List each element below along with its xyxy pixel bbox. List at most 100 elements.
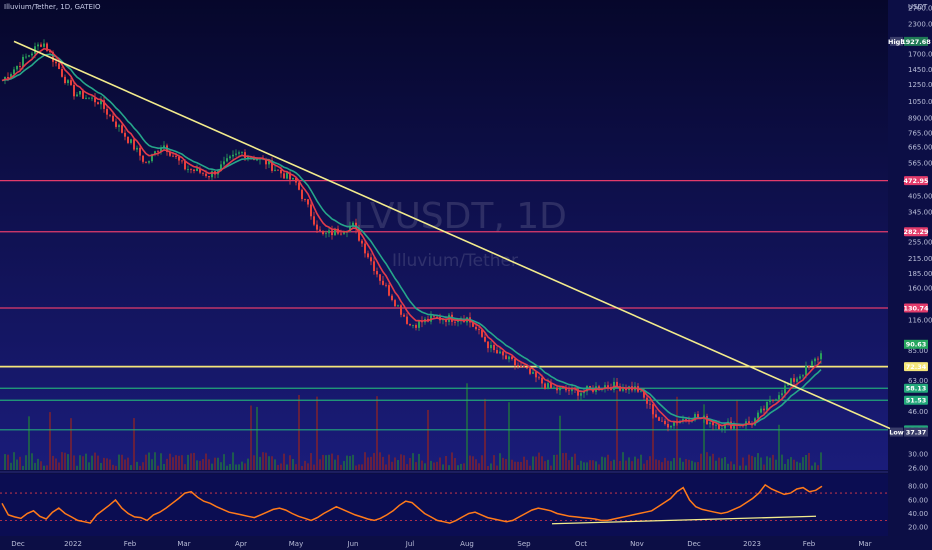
y-tick-label: 255.00 bbox=[908, 238, 932, 246]
candle-body bbox=[88, 97, 90, 99]
candle-body bbox=[226, 158, 228, 162]
candle-body bbox=[400, 305, 402, 315]
candle-body bbox=[178, 156, 180, 161]
volume-bar bbox=[472, 456, 474, 470]
candle-body bbox=[484, 336, 486, 342]
volume-bar bbox=[520, 461, 522, 470]
price-chart[interactable]: Illuvium/Tether, 1D, GATEIO USDT ILVUSDT… bbox=[0, 0, 932, 550]
volume-bar bbox=[664, 457, 666, 470]
volume-bar bbox=[778, 424, 780, 470]
volume-bar bbox=[379, 452, 381, 470]
candle-body bbox=[115, 121, 117, 127]
volume-bar bbox=[634, 456, 636, 470]
candle-body bbox=[784, 385, 786, 394]
volume-bar bbox=[301, 465, 303, 470]
y-tick-label: 1700.00 bbox=[908, 50, 932, 58]
volume-bar bbox=[19, 456, 21, 470]
volume-bar bbox=[787, 459, 789, 470]
volume-bar bbox=[667, 460, 669, 470]
volume-bar bbox=[250, 405, 252, 470]
candle-body bbox=[331, 230, 333, 236]
volume-bar bbox=[274, 459, 276, 470]
x-tick-label: Dec bbox=[11, 540, 25, 548]
candle-body bbox=[277, 169, 279, 171]
volume-bar bbox=[223, 454, 225, 470]
volume-bar bbox=[628, 457, 630, 470]
candle-body bbox=[232, 154, 234, 157]
volume-bar bbox=[67, 454, 69, 470]
x-tick-label: Sep bbox=[517, 540, 531, 548]
last-price-value: 90.63 bbox=[906, 341, 927, 349]
volume-bar bbox=[508, 402, 510, 470]
volume-bar bbox=[151, 459, 153, 470]
candle-body bbox=[511, 356, 513, 360]
volume-bar bbox=[91, 455, 93, 470]
volume-bar bbox=[70, 418, 72, 470]
volume-bar bbox=[505, 459, 507, 470]
volume-bar bbox=[340, 464, 342, 470]
volume-bar bbox=[415, 462, 417, 470]
candle-body bbox=[124, 132, 126, 137]
candle-body bbox=[652, 404, 654, 415]
volume-bar bbox=[373, 453, 375, 470]
volume-bar bbox=[271, 456, 273, 470]
candle-body bbox=[811, 361, 813, 367]
candle-body bbox=[391, 295, 393, 301]
volume-bar bbox=[571, 456, 573, 470]
candle-body bbox=[715, 424, 717, 426]
candle-body bbox=[568, 390, 570, 392]
rsi-tick-label: 60.00 bbox=[908, 496, 928, 504]
volume-bar bbox=[454, 458, 456, 470]
candle-body bbox=[106, 108, 108, 115]
candle-body bbox=[505, 355, 507, 360]
candle-body bbox=[373, 261, 375, 272]
volume-bar bbox=[241, 461, 243, 470]
level-tag-label: 130.74 bbox=[903, 304, 929, 312]
volume-bar bbox=[790, 457, 792, 470]
volume-bar bbox=[754, 457, 756, 470]
candle-body bbox=[31, 53, 33, 56]
x-tick-label: 2022 bbox=[64, 540, 82, 548]
volume-bar bbox=[763, 464, 765, 470]
volume-bar bbox=[658, 460, 660, 470]
candle-body bbox=[790, 378, 792, 385]
candle-body bbox=[190, 169, 192, 170]
candle-body bbox=[67, 80, 69, 84]
candle-body bbox=[37, 44, 39, 47]
volume-bar bbox=[169, 453, 171, 470]
volume-bar bbox=[430, 460, 432, 470]
volume-bar bbox=[232, 452, 234, 470]
volume-bar bbox=[604, 457, 606, 470]
candle-body bbox=[673, 422, 675, 426]
candle-body bbox=[382, 280, 384, 285]
volume-bar bbox=[727, 463, 729, 470]
candle-body bbox=[361, 240, 363, 244]
level-tag-label: 72.34 bbox=[906, 363, 927, 371]
candle-body bbox=[301, 189, 303, 200]
volume-bar bbox=[631, 461, 633, 470]
volume-bar bbox=[313, 464, 315, 470]
volume-bar bbox=[352, 454, 354, 470]
candle-body bbox=[781, 393, 783, 396]
candle-body bbox=[667, 424, 669, 428]
volume-bar bbox=[478, 463, 480, 470]
candle-body bbox=[616, 381, 618, 387]
volume-bar bbox=[682, 461, 684, 470]
volume-bar bbox=[514, 461, 516, 470]
candle-body bbox=[487, 341, 489, 349]
candle-body bbox=[814, 358, 816, 362]
x-tick-label: Mar bbox=[858, 540, 871, 548]
y-tick-label: 160.00 bbox=[908, 284, 932, 292]
level-tag-label: 51.53 bbox=[906, 397, 927, 405]
candle-body bbox=[541, 377, 543, 384]
volume-bar bbox=[496, 465, 498, 470]
volume-bar bbox=[718, 457, 720, 470]
candle-body bbox=[769, 399, 771, 402]
volume-bar bbox=[541, 456, 543, 470]
volume-bar bbox=[607, 454, 609, 470]
volume-bar bbox=[319, 459, 321, 470]
candle-body bbox=[70, 80, 72, 85]
volume-bar bbox=[115, 465, 117, 470]
candle-body bbox=[406, 316, 408, 324]
volume-bar bbox=[127, 457, 129, 470]
